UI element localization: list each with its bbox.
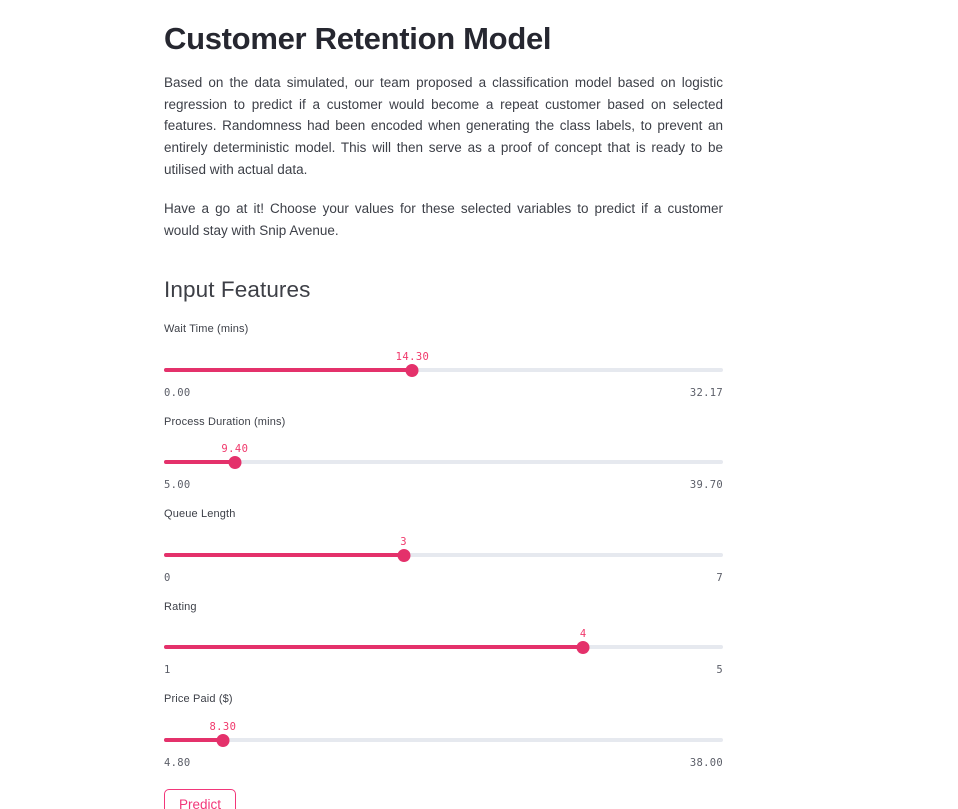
slider-thumb[interactable] (405, 363, 419, 377)
slider-max-label: 39.70 (689, 479, 723, 492)
slider-widget: Process Duration (mins) 9.40 5.00 39.70 (164, 399, 723, 491)
app-root: Customer Retention Model Based on the da… (0, 0, 958, 809)
slider-track-background (164, 737, 723, 742)
slider-thumb[interactable] (397, 548, 411, 562)
slider-max-label: 38.00 (689, 756, 723, 769)
slider-value-text: 3 (400, 535, 407, 548)
intro-paragraph-1: Based on the data simulated, our team pr… (164, 74, 723, 178)
slider-track-background (164, 460, 723, 465)
slider-value-bubble: 4 (579, 624, 587, 641)
slider-track[interactable] (164, 548, 723, 562)
slider-label: Process Duration (mins) (164, 415, 286, 428)
slider-track[interactable] (164, 641, 723, 655)
slider-thumb[interactable] (216, 733, 230, 747)
slider-label: Price Paid ($) (164, 693, 233, 706)
slider-widget: Price Paid ($) 8.30 4.80 38.00 (164, 676, 723, 769)
slider-value-text: 4 (579, 628, 587, 641)
sliders-group: Wait Time (mins) 14.30 0.00 32.17 Process Du… (164, 306, 723, 769)
slider-range-labels: 5.00 39.70 (164, 479, 723, 491)
slider-label: Rating (164, 600, 197, 613)
slider-range-labels: 15 (164, 664, 723, 676)
slider-range-labels: 0.00 32.17 (164, 387, 723, 399)
slider-max-label: 7 (716, 571, 723, 584)
slider-value-text: 9.40 (221, 443, 249, 456)
main-container: Customer Retention Model Based on the da… (164, 0, 723, 809)
slider-value-bubble: 9.40 (221, 439, 249, 456)
slider-track-area[interactable]: 4 (164, 624, 723, 658)
slider-label: Queue Length (164, 508, 236, 521)
slider-min-label: 4.80 (164, 756, 191, 769)
slider-value-bubble: 14.30 (395, 347, 430, 363)
slider-value-bubble: 8.30 (209, 717, 237, 733)
slider-track-area[interactable]: 9.40 (164, 439, 723, 473)
slider-track-fill (164, 460, 235, 465)
slider-max-label: 32.17 (689, 386, 723, 399)
slider-min-label: 0 (164, 571, 171, 584)
slider-widget: Wait Time (mins) 14.30 0.00 32.17 (164, 306, 723, 399)
slider-track-fill (164, 645, 584, 650)
slider-min-label: 5.00 (164, 479, 191, 492)
slider-track[interactable] (164, 733, 723, 747)
slider-track-area[interactable]: 8.30 (164, 717, 723, 751)
slider-min-label: 0.00 (164, 386, 191, 399)
predict-button[interactable]: Predict (164, 788, 237, 809)
slider-track-fill (164, 552, 404, 557)
slider-thumb[interactable] (228, 456, 242, 470)
slider-value-text: 14.30 (395, 350, 430, 363)
slider-track[interactable] (164, 456, 723, 470)
slider-track-fill (164, 737, 223, 742)
slider-label: Wait Time (mins) (164, 323, 249, 336)
slider-track-area[interactable]: 3 (164, 532, 723, 566)
slider-value-text: 8.30 (209, 720, 237, 733)
slider-track[interactable] (164, 363, 723, 377)
slider-widget: Queue Length 3 0 7 (164, 491, 723, 584)
slider-track-area[interactable]: 14.30 (164, 347, 723, 381)
intro-paragraph-2: Have a go at it! Choose your values for … (164, 201, 723, 238)
slider-range-labels: 07 (164, 572, 723, 584)
slider-widget: Rating 4 1 5 (164, 584, 723, 676)
input-features-heading: Input Features (164, 276, 311, 302)
predict-button-row: Predict (164, 769, 723, 809)
slider-track-fill (164, 367, 413, 372)
page-title: Customer Retention Model (164, 21, 552, 56)
slider-max-label: 5 (716, 664, 723, 677)
slider-min-label: 1 (164, 664, 171, 677)
slider-value-bubble: 3 (400, 532, 407, 548)
slider-range-labels: 4.80 38.00 (164, 757, 723, 769)
slider-thumb[interactable] (576, 641, 590, 655)
